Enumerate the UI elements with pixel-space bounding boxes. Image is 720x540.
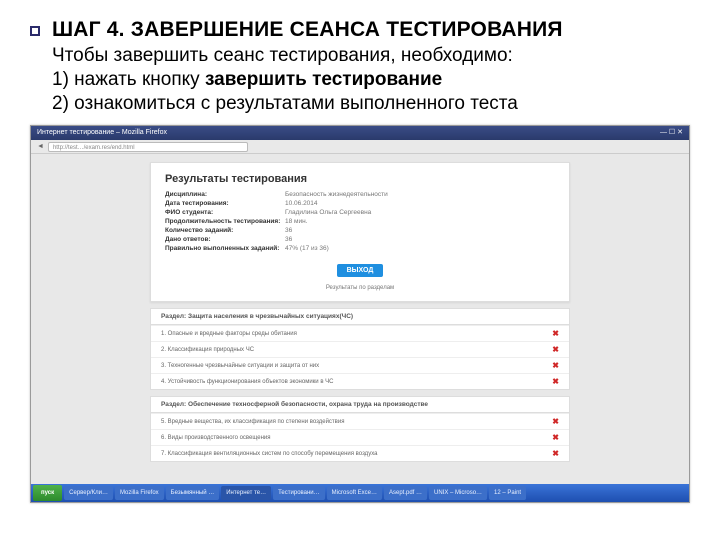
kv-row: Дата тестирования:10.06.2014 [165,200,555,207]
question-row: 5. Вредные вещества, их классификация по… [151,413,569,429]
wrong-icon: ✖ [552,433,559,442]
step-1-prefix: 1) нажать кнопку [52,69,205,90]
taskbar-item[interactable]: Microsoft Exce… [327,486,382,500]
slide-title: ШАГ 4. ЗАВЕРШЕНИЕ СЕАНСА ТЕСТИРОВАНИЯ [52,18,563,42]
question-row: 4. Устойчивость функционирования объекто… [151,373,569,389]
section-header: Раздел: Защита населения в чрезвычайных … [150,308,570,325]
taskbar: пуск Сервер/Кли… Mozilla Firefox Безымян… [31,484,689,502]
taskbar-item[interactable]: UNIX – Microso… [429,486,487,500]
kv-row: Дисциплина:Безопасность жизнедеятельност… [165,191,555,198]
kv-row: Продолжительность тестирования:18 мин. [165,218,555,225]
taskbar-item[interactable]: Mozilla Firefox [115,486,164,500]
question-row: 2. Классификация природных ЧС✖ [151,341,569,357]
page-area: Результаты тестирования Дисциплина:Безоп… [31,154,689,502]
question-row: 1. Опасные и вредные факторы среды обита… [151,325,569,341]
slide-content: ШАГ 4. ЗАВЕРШЕНИЕ СЕАНСА ТЕСТИРОВАНИЯ Чт… [0,0,720,115]
embedded-screenshot: Интернет тестирование – Mozilla Firefox … [30,125,690,503]
question-list: 5. Вредные вещества, их классификация по… [150,413,570,462]
question-row: 3. Техногенные чрезвычайные ситуации и з… [151,357,569,373]
url-field[interactable]: http://test…/exam.res/end.html [48,142,248,152]
taskbar-item[interactable]: Безымянный … [166,486,220,500]
wrong-icon: ✖ [552,417,559,426]
start-button[interactable]: пуск [33,485,62,501]
taskbar-item[interactable]: Тестировани… [273,486,325,500]
kv-row: ФИО студента:Гладилина Ольга Сергеевна [165,209,555,216]
window-controls[interactable]: — ☐ ✕ [660,126,683,140]
results-heading: Результаты тестирования [165,173,555,185]
kv-row: Правильно выполненных заданий:47% (17 из… [165,245,555,252]
nav-back-icon[interactable]: ◄ [37,143,44,150]
step-1-button-name: завершить тестирование [205,69,442,90]
wrong-icon: ✖ [552,377,559,386]
step-1: 1) нажать кнопку завершить тестирование [52,68,690,92]
exit-button[interactable]: ВЫХОД [337,264,384,277]
intro-line: Чтобы завершить сеанс тестирования, необ… [52,44,690,68]
window-title: Интернет тестирование – Mozilla Firefox [37,126,167,140]
question-list: 1. Опасные и вредные факторы среды обита… [150,325,570,390]
taskbar-item[interactable]: Asept.pdf … [384,486,427,500]
wrong-icon: ✖ [552,361,559,370]
address-bar: ◄ http://test…/exam.res/end.html [31,140,689,154]
kv-row: Дано ответов:36 [165,236,555,243]
question-row: 6. Виды производственного освещения✖ [151,429,569,445]
section-header: Раздел: Обеспечение техносферной безопас… [150,396,570,413]
results-card: Результаты тестирования Дисциплина:Безоп… [150,162,570,302]
results-caption: Результаты по разделам [165,285,555,291]
bullet-icon [30,26,40,36]
wrong-icon: ✖ [552,449,559,458]
step-2: 2) ознакомиться с результатами выполненн… [52,92,690,116]
browser-titlebar: Интернет тестирование – Mozilla Firefox … [31,126,689,140]
taskbar-item[interactable]: Интернет те… [221,486,271,500]
wrong-icon: ✖ [552,345,559,354]
wrong-icon: ✖ [552,329,559,338]
kv-row: Количество заданий:36 [165,227,555,234]
question-row: 7. Классификация вентиляционных систем п… [151,445,569,461]
taskbar-item[interactable]: 12 – Paint [489,486,526,500]
taskbar-item[interactable]: Сервер/Кли… [64,486,113,500]
